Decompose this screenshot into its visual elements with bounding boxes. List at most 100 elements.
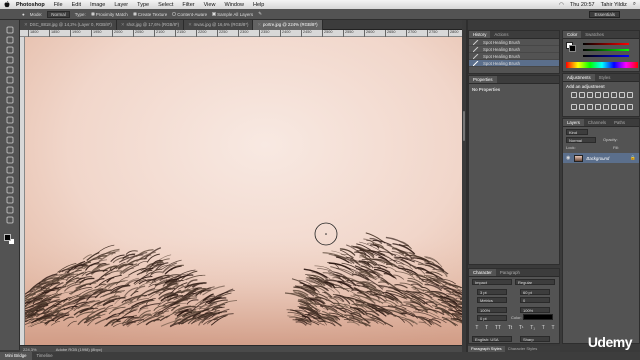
text-color-swatch[interactable] (523, 314, 553, 320)
vertical-scale-field[interactable]: 100% (477, 307, 507, 313)
foreground-color-chip[interactable] (4, 234, 11, 241)
shape-tool-icon[interactable] (4, 196, 16, 204)
lasso-tool-icon[interactable] (4, 46, 16, 54)
menu-image[interactable]: Image (90, 2, 105, 8)
sample-all-checkbox[interactable]: Sample All Layers (212, 12, 253, 17)
history-item[interactable]: Spot Healing Brush (469, 46, 559, 53)
tab-actions[interactable]: Actions (490, 31, 512, 38)
app-menu[interactable]: Photoshop (16, 2, 45, 8)
baseline-field[interactable]: 0 pt (477, 315, 507, 321)
crop-tool-icon[interactable] (4, 66, 16, 74)
timeline-tab[interactable]: Timeline (32, 352, 58, 360)
menu-file[interactable]: File (54, 2, 63, 8)
doc-tab[interactable]: ✕ mvas.jpg @ 16,6% (RGB/8*) (184, 20, 254, 30)
apple-icon[interactable] (4, 1, 10, 8)
exposure-adjustment-icon[interactable] (595, 92, 601, 98)
faux-italic-button[interactable]: T (485, 325, 488, 331)
small-caps-button[interactable]: Tt (508, 325, 512, 331)
font-size-field[interactable]: 3 pt (477, 289, 507, 295)
tab-history[interactable]: History (469, 31, 491, 38)
close-icon[interactable]: ✕ (257, 22, 261, 27)
lock-icon[interactable]: 🔒 (630, 155, 636, 161)
foreground-color-swatch[interactable] (569, 45, 576, 52)
superscript-button[interactable]: T¹ (519, 325, 524, 331)
vibrance-adjustment-icon[interactable] (603, 92, 609, 98)
threshold-adjustment-icon[interactable] (611, 104, 617, 110)
tab-paragraph[interactable]: Paragraph (496, 269, 524, 276)
blue-slider[interactable] (583, 55, 629, 57)
path-select-tool-icon[interactable] (4, 186, 16, 194)
green-slider[interactable] (583, 49, 629, 51)
close-icon[interactable]: ✕ (24, 22, 28, 27)
wifi-icon[interactable]: ◠ (559, 2, 564, 8)
font-family-select[interactable]: Impact (472, 279, 512, 285)
strikethrough-button[interactable]: T (552, 325, 555, 331)
kerning-field[interactable]: Metrics (477, 297, 507, 303)
tracking-field[interactable]: 0 (520, 297, 550, 303)
clock[interactable]: Thu 20:57 (570, 2, 595, 8)
tab-character[interactable]: Character (469, 269, 496, 276)
tab-swatches[interactable]: Swatches (581, 31, 608, 38)
workspace-select[interactable]: Essentials (589, 11, 620, 18)
color-ramp[interactable] (566, 62, 638, 68)
channel-mixer-adjustment-icon[interactable] (579, 104, 585, 110)
tab-color[interactable]: Color (563, 31, 582, 38)
pen-tool-icon[interactable] (4, 166, 16, 174)
history-item[interactable]: Spot Healing Brush (469, 39, 559, 46)
scroll-thumb[interactable] (463, 111, 465, 141)
menu-select[interactable]: Select (158, 2, 173, 8)
color-lookup-adjustment-icon[interactable] (587, 104, 593, 110)
tab-paragraph-styles[interactable]: Paragraph Styles (468, 346, 505, 352)
horizontal-scale-field[interactable]: 100% (520, 307, 550, 313)
subscript-button[interactable]: T₁ (530, 325, 535, 331)
menu-type[interactable]: Type (137, 2, 149, 8)
mini-bridge-tab[interactable]: Mini Bridge (0, 352, 32, 360)
clone-stamp-tool-icon[interactable] (4, 106, 16, 114)
gradient-tool-icon[interactable] (4, 136, 16, 144)
levels-adjustment-icon[interactable] (579, 92, 585, 98)
brush-preset-icon[interactable]: ● (22, 12, 25, 17)
hand-tool-icon[interactable] (4, 206, 16, 214)
eraser-tool-icon[interactable] (4, 126, 16, 134)
mode-select[interactable]: Normal (47, 10, 70, 18)
proximity-radio[interactable]: Proximity Match (90, 12, 128, 17)
image-canvas[interactable] (25, 37, 462, 345)
underline-button[interactable]: T (542, 325, 545, 331)
search-icon[interactable]: ⌕ (633, 1, 636, 8)
history-item[interactable]: Spot Healing Brush (469, 53, 559, 60)
healing-brush-tool-icon[interactable] (4, 86, 16, 94)
move-tool-icon[interactable] (4, 26, 16, 34)
tab-character-styles[interactable]: Character Styles (505, 346, 541, 352)
curves-adjustment-icon[interactable] (587, 92, 593, 98)
dodge-tool-icon[interactable] (4, 156, 16, 164)
create-texture-radio[interactable]: Create Texture (132, 12, 167, 17)
font-style-select[interactable]: Regular (515, 279, 555, 285)
tab-styles[interactable]: Styles (595, 74, 615, 81)
leading-field[interactable]: 60 pt (520, 289, 550, 295)
menu-edit[interactable]: Edit (72, 2, 81, 8)
black-white-adjustment-icon[interactable] (627, 92, 633, 98)
eyedropper-tool-icon[interactable] (4, 76, 16, 84)
marquee-tool-icon[interactable] (4, 36, 16, 44)
user-name[interactable]: Tahir Yildiz (601, 2, 627, 8)
menu-window[interactable]: Window (224, 2, 244, 8)
blur-tool-icon[interactable] (4, 146, 16, 154)
doc-tab-active[interactable]: ✕ portre.jpg @ 224% (RGB/8*) (253, 20, 323, 30)
hue-saturation-adjustment-icon[interactable] (611, 92, 617, 98)
pressure-icon[interactable]: ✎ (258, 11, 262, 17)
history-brush-tool-icon[interactable] (4, 116, 16, 124)
tab-paths[interactable]: Paths (610, 119, 629, 126)
close-icon[interactable]: ✕ (188, 22, 192, 27)
tab-channels[interactable]: Channels (584, 119, 610, 126)
menu-help[interactable]: Help (253, 2, 264, 8)
tab-properties[interactable]: Properties (469, 76, 497, 83)
menu-layer[interactable]: Layer (114, 2, 128, 8)
horizontal-ruler[interactable]: 1800 1850 1900 1950 2000 2050 2100 2150 2200 2250… (20, 30, 462, 37)
invert-adjustment-icon[interactable] (595, 104, 601, 110)
red-slider[interactable] (583, 43, 629, 45)
selective-color-adjustment-icon[interactable] (627, 104, 633, 110)
zoom-tool-icon[interactable] (4, 216, 16, 224)
layer-filter-select[interactable]: Kind (566, 129, 588, 135)
color-balance-adjustment-icon[interactable] (619, 92, 625, 98)
type-tool-icon[interactable] (4, 176, 16, 184)
